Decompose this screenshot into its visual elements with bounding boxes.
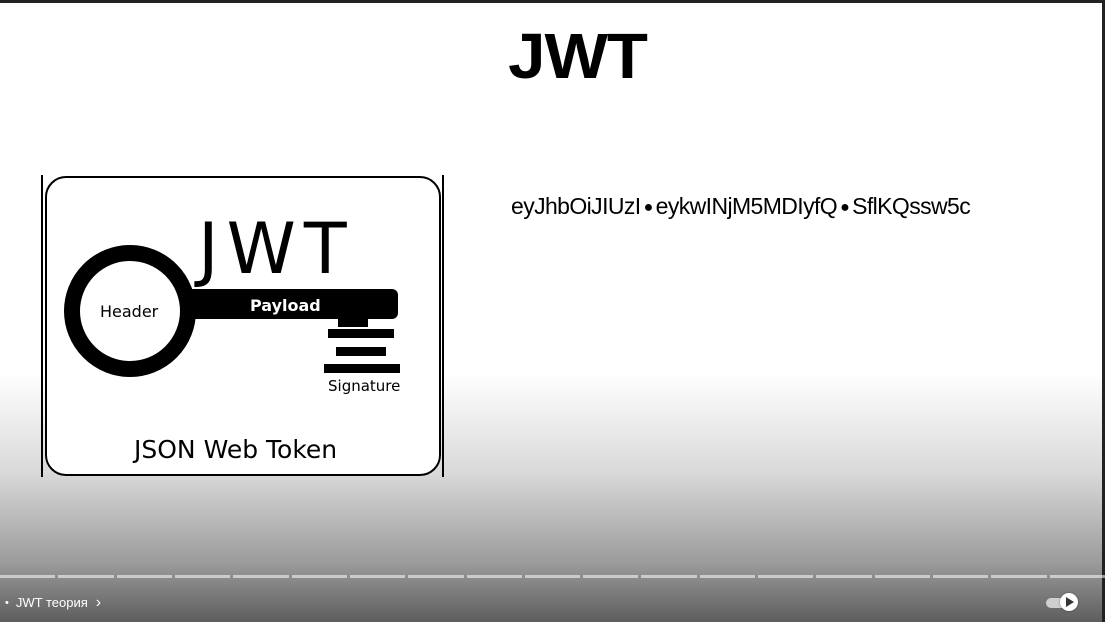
progress-segment[interactable] <box>524 575 581 578</box>
chapter-progress-bar[interactable] <box>0 575 1105 578</box>
progress-segment[interactable] <box>0 575 56 578</box>
autoplay-knob <box>1060 593 1078 611</box>
progress-segment[interactable] <box>583 575 639 578</box>
progress-segment[interactable] <box>641 575 697 578</box>
chapter-title: JWT теория <box>15 595 88 610</box>
progress-segment[interactable] <box>58 575 114 578</box>
logo-payload-label: Payload <box>250 296 321 315</box>
progress-segment[interactable] <box>1049 575 1105 578</box>
progress-segment[interactable] <box>233 575 289 578</box>
token-separator-dot: ● <box>643 198 654 216</box>
progress-segment[interactable] <box>466 575 522 578</box>
play-icon <box>1066 597 1074 607</box>
progress-segment[interactable] <box>699 575 756 578</box>
progress-segment[interactable] <box>174 575 231 578</box>
autoplay-toggle[interactable] <box>1046 593 1080 611</box>
jwt-token-example: eyJhbOiJIUzI ● eykwINjM5MDIyfQ ● SflKQssw5c <box>511 193 971 220</box>
progress-segment[interactable] <box>933 575 989 578</box>
logo-caption: JSON Web Token <box>132 435 337 464</box>
token-separator-dot: ● <box>840 198 850 216</box>
video-frame[interactable]: JWT eyJhbOiJIUzI ● eykwINjM5MDIyfQ ● SflKQss… <box>0 0 1105 622</box>
chevron-right-icon: › <box>95 594 102 611</box>
logo-big-text: JWT <box>194 208 355 290</box>
progress-segment[interactable] <box>349 575 406 578</box>
player-controls: • JWT теория › <box>0 581 1105 625</box>
progress-segment[interactable] <box>758 575 814 578</box>
progress-segment[interactable] <box>116 575 172 578</box>
chapter-bullet: • <box>5 596 9 609</box>
logo-header-label: Header <box>100 302 159 321</box>
jwt-key-logo: JWT Header Payload Signature JSON Web To… <box>38 171 448 481</box>
progress-segment[interactable] <box>291 575 347 578</box>
logo-signature-label: Signature <box>328 377 400 395</box>
chapter-title-button[interactable]: • JWT теория › <box>5 594 102 611</box>
token-header-part: eyJhbOiJIUzI <box>511 193 641 219</box>
progress-segment[interactable] <box>408 575 464 578</box>
token-payload-part: eykwINjM5MDIyfQ <box>655 193 838 219</box>
progress-segment[interactable] <box>816 575 872 578</box>
token-signature-part: SflKQssw5c <box>852 193 971 219</box>
progress-segment[interactable] <box>874 575 931 578</box>
slide-title: JWT <box>508 20 648 92</box>
progress-segment[interactable] <box>991 575 1047 578</box>
